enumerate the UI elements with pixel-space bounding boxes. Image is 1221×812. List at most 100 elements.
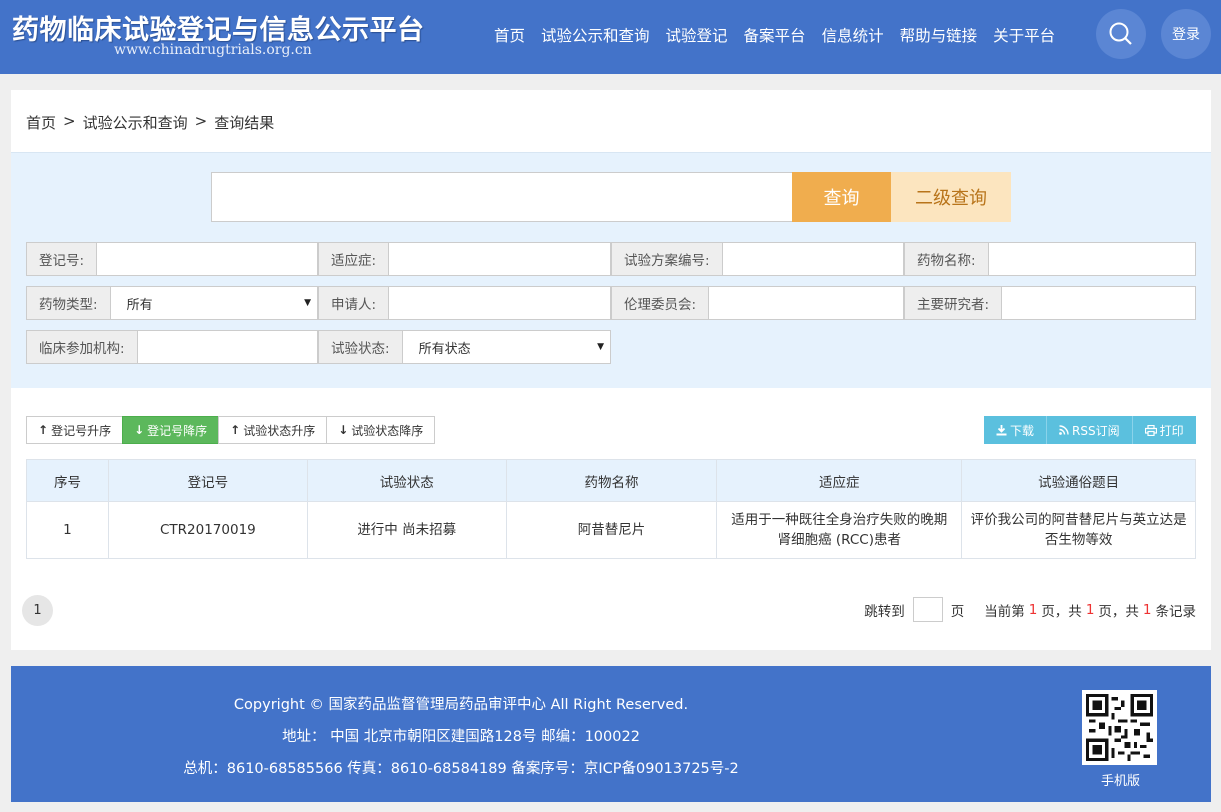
site-header: 药物临床试验登记与信息公示平台 www.chinadrugtrials.org.… bbox=[0, 0, 1221, 74]
advanced-query-button[interactable]: 二级查询 bbox=[891, 172, 1011, 222]
applicant-input[interactable] bbox=[389, 287, 610, 319]
nav-help[interactable]: 帮助与链接 bbox=[900, 24, 978, 46]
indication-input[interactable] bbox=[389, 243, 610, 275]
jump-to-label: 跳转到 bbox=[864, 603, 905, 620]
rss-label: RSS订阅 bbox=[1072, 423, 1120, 438]
jump-page-input[interactable] bbox=[912, 597, 943, 622]
investigator-input[interactable] bbox=[1002, 287, 1195, 319]
print-icon bbox=[1144, 424, 1157, 436]
sort-status-desc-button[interactable]: ↓ 试验状态降序 bbox=[326, 416, 436, 444]
drug-type-field: 药物类型: 所有 ▼ bbox=[26, 286, 318, 320]
applicant-field: 申请人: bbox=[318, 286, 611, 320]
rss-icon bbox=[1059, 425, 1069, 435]
rss-button[interactable]: RSS订阅 bbox=[1047, 416, 1133, 444]
table-header-row: 序号 登记号 试验状态 药物名称 适应症 试验通俗题目 bbox=[26, 459, 1196, 502]
reg-no-field: 登记号: bbox=[26, 242, 318, 276]
current-prefix: 当前第 bbox=[984, 603, 1025, 620]
pager-info: 跳转到 页 当前第 1 页，共 1 页，共 1 条记录 bbox=[864, 597, 1196, 622]
drug-name-input[interactable] bbox=[988, 243, 1195, 275]
indication-field: 适应症: bbox=[318, 242, 611, 276]
records-suffix: 条记录 bbox=[1155, 603, 1197, 620]
ethics-input[interactable] bbox=[709, 287, 903, 319]
nav-home[interactable]: 首页 bbox=[494, 24, 525, 46]
search-panel: 查询 二级查询 登记号: 适应症: 试验方案编号: 药物名称: 药物类型: 所有… bbox=[11, 152, 1211, 388]
cell-index: 1 bbox=[26, 501, 109, 559]
nav-trial-register[interactable]: 试验登记 bbox=[666, 24, 728, 46]
export-toolbar: 下载 RSS订阅 打印 bbox=[984, 416, 1196, 444]
status-value: 所有状态 bbox=[418, 341, 471, 357]
caret-down-icon: ▼ bbox=[597, 342, 604, 352]
total-records: 1 bbox=[1142, 601, 1152, 618]
table-row[interactable]: 1 CTR20170019 进行中 尚未招募 阿昔替尼片 适用于一种既往全身治疗… bbox=[26, 501, 1196, 559]
sort-reg-asc-label: 登记号升序 bbox=[51, 423, 112, 438]
query-button[interactable]: 查询 bbox=[792, 172, 891, 222]
current-suffix: 页，共 bbox=[1041, 603, 1082, 620]
drug-name-label: 药物名称: bbox=[905, 243, 989, 275]
breadcrumb-home[interactable]: 首页 bbox=[26, 112, 56, 133]
total-pages-suffix: 页，共 bbox=[1098, 603, 1139, 620]
sort-status-asc-label: 试验状态升序 bbox=[243, 423, 316, 438]
arrow-up-icon: ↑ bbox=[230, 423, 241, 437]
site-field: 临床参加机构: bbox=[26, 330, 318, 364]
col-status: 试验状态 bbox=[306, 459, 507, 502]
arrow-up-icon: ↑ bbox=[38, 423, 49, 437]
nav-filing[interactable]: 备案平台 bbox=[744, 24, 806, 46]
site-label: 临床参加机构: bbox=[27, 331, 138, 363]
nav-statistics[interactable]: 信息统计 bbox=[822, 24, 884, 46]
site-input[interactable] bbox=[137, 331, 317, 363]
sort-reg-desc-button[interactable]: ↓ 登记号降序 bbox=[122, 416, 220, 444]
page-unit-label: 页 bbox=[950, 603, 965, 620]
page-number-button[interactable]: 1 bbox=[22, 595, 53, 626]
col-drug-name: 药物名称 bbox=[505, 459, 718, 502]
cell-status: 进行中 尚未招募 bbox=[306, 501, 507, 559]
protocol-no-label: 试验方案编号: bbox=[612, 243, 723, 275]
breadcrumb-trial-query[interactable]: 试验公示和查询 bbox=[83, 112, 188, 133]
arrow-down-icon: ↓ bbox=[338, 423, 349, 437]
current-page: 1 bbox=[1028, 601, 1038, 618]
status-field: 试验状态: 所有状态 ▼ bbox=[318, 330, 611, 364]
cell-indication: 适用于一种既往全身治疗失败的晚期肾细胞癌 (RCC)患者 bbox=[716, 501, 963, 559]
breadcrumb: 首页 > 试验公示和查询 > 查询结果 bbox=[26, 112, 274, 133]
drug-type-label: 药物类型: bbox=[27, 287, 111, 319]
cell-title: 评价我公司的阿昔替尼片与英立达是否生物等效 bbox=[961, 501, 1196, 559]
sort-toolbar: ↑ 登记号升序 ↓ 登记号降序 ↑ 试验状态升序 ↓ 试验状态降序 bbox=[26, 416, 436, 444]
mobile-version-label[interactable]: 手机版 bbox=[1101, 770, 1140, 789]
ethics-field: 伦理委员会: bbox=[611, 286, 904, 320]
status-select[interactable]: 所有状态 ▼ bbox=[402, 331, 610, 363]
sort-reg-asc-button[interactable]: ↑ 登记号升序 bbox=[26, 416, 124, 444]
investigator-label: 主要研究者: bbox=[905, 287, 1003, 319]
reg-no-label: 登记号: bbox=[27, 243, 98, 275]
status-label: 试验状态: bbox=[319, 331, 403, 363]
total-pages: 1 bbox=[1085, 601, 1095, 618]
print-button[interactable]: 打印 bbox=[1132, 416, 1196, 444]
drug-type-select[interactable]: 所有 ▼ bbox=[110, 287, 317, 319]
download-button[interactable]: 下载 bbox=[984, 416, 1048, 444]
applicant-label: 申请人: bbox=[319, 287, 390, 319]
col-reg-no: 登记号 bbox=[107, 459, 308, 502]
qr-code-image bbox=[1082, 690, 1157, 765]
breadcrumb-sep: > bbox=[194, 112, 208, 130]
drug-name-field: 药物名称: bbox=[904, 242, 1196, 276]
cell-reg-no[interactable]: CTR20170019 bbox=[107, 501, 308, 559]
site-url: www.chinadrugtrials.org.cn bbox=[114, 42, 312, 58]
sort-status-asc-button[interactable]: ↑ 试验状态升序 bbox=[218, 416, 328, 444]
ethics-label: 伦理委员会: bbox=[612, 287, 710, 319]
footer-address: 地址： 中国 北京市朝阳区建国路128号 邮编：100022 bbox=[282, 729, 640, 745]
protocol-no-input[interactable] bbox=[722, 243, 903, 275]
col-index: 序号 bbox=[26, 459, 109, 502]
login-button[interactable]: 登录 bbox=[1161, 9, 1211, 59]
footer-copyright: Copyright © 国家药品监督管理局药品审评中心 All Right Re… bbox=[233, 697, 689, 713]
keyword-search-input[interactable] bbox=[211, 172, 793, 222]
cell-drug-name: 阿昔替尼片 bbox=[505, 501, 718, 559]
download-label: 下载 bbox=[1010, 423, 1035, 438]
site-footer: Copyright © 国家药品监督管理局药品审评中心 All Right Re… bbox=[11, 666, 1211, 802]
reg-no-input[interactable] bbox=[97, 243, 317, 275]
breadcrumb-sep: > bbox=[63, 112, 76, 130]
results-table: 序号 登记号 试验状态 药物名称 适应症 试验通俗题目 1 CTR2017001… bbox=[26, 459, 1196, 559]
header-search-button[interactable] bbox=[1096, 9, 1146, 59]
nav-about[interactable]: 关于平台 bbox=[993, 24, 1055, 46]
nav-trial-query[interactable]: 试验公示和查询 bbox=[541, 24, 650, 46]
sort-status-desc-label: 试验状态降序 bbox=[351, 423, 424, 438]
caret-down-icon: ▼ bbox=[304, 298, 311, 308]
col-title: 试验通俗题目 bbox=[961, 459, 1196, 502]
